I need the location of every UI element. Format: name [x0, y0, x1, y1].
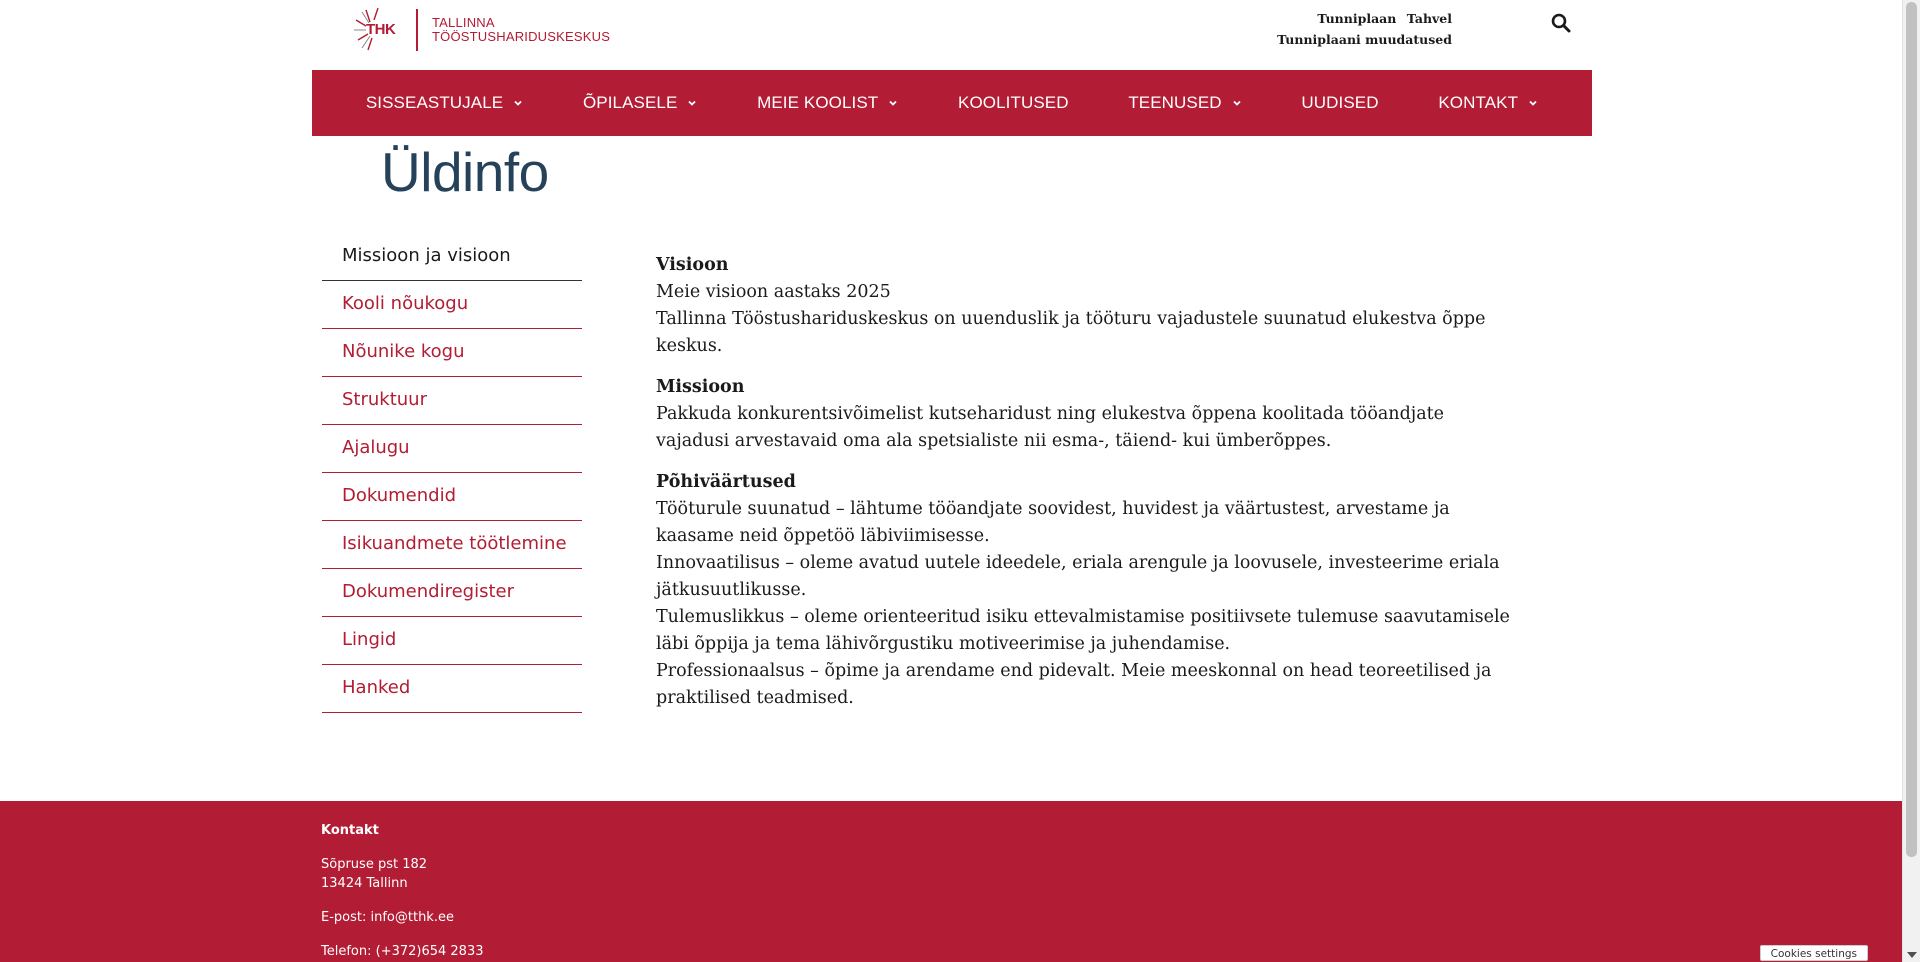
nav-item-3[interactable]: KOOLITUSED: [958, 93, 1069, 113]
nav-item-5[interactable]: UUDISED: [1301, 93, 1378, 113]
nav-item-0[interactable]: SISSEASTUJALE: [366, 93, 523, 113]
logo-line-2: TÖÖSTUSHARIDUSKESKUS: [432, 29, 611, 44]
search-button[interactable]: [1550, 12, 1572, 34]
nav-item-label: KONTAKT: [1438, 93, 1519, 112]
nav-item-4[interactable]: TEENUSED: [1128, 93, 1241, 113]
nav-item-label: MEIE KOOLIST: [757, 93, 879, 112]
footer-address: Sõpruse pst 182 13424 Tallinn: [321, 855, 484, 893]
mission-section: Missioon Pakkuda konkurentsivõimelist ku…: [656, 374, 1516, 455]
main-content: Visioon Meie visioon aastaks 2025 Tallin…: [656, 252, 1516, 726]
tahvel-link[interactable]: Tahvel: [1407, 11, 1452, 26]
logo-abbr: THK: [366, 21, 396, 38]
sidebar-item[interactable]: Lingid: [322, 617, 582, 665]
nav-item-label: SISSEASTUJALE: [365, 93, 504, 112]
search-icon: [1551, 13, 1571, 33]
site-logo[interactable]: THK TALLINNA TÖÖSTUSHARIDUSKESKUS: [352, 5, 612, 55]
sidebar-item[interactable]: Nõunike kogu: [322, 329, 582, 377]
footer-email[interactable]: E-post: info@tthk.ee: [321, 908, 484, 927]
sidebar-item[interactable]: Ajalugu: [322, 425, 582, 473]
schedule-changes-link[interactable]: Tunniplaani muudatused: [1277, 32, 1452, 47]
chevron-down-icon: [514, 100, 522, 106]
cookies-settings-button[interactable]: Cookies settings: [1759, 945, 1868, 961]
nav-item-1[interactable]: ÕPILASELE: [583, 93, 697, 113]
nav-item-label: TEENUSED: [1128, 93, 1222, 112]
sidebar-item[interactable]: Isikuandmete töötlemine: [322, 521, 582, 569]
footer-city: 13424 Tallinn: [321, 876, 408, 891]
nav-item-label: ÕPILASELE: [582, 93, 678, 112]
value-item: Professionaalsus – õpime ja arendame end…: [656, 661, 1492, 708]
site-footer: Kontakt Sõpruse pst 182 13424 Tallinn E-…: [0, 801, 1902, 962]
sidebar-menu: Missioon ja visioon Kooli nõukogu Nõunike …: [322, 233, 582, 713]
sidebar-item[interactable]: Struktuur: [322, 377, 582, 425]
mission-text: Pakkuda konkurentsivõimelist kutseharidu…: [656, 404, 1445, 451]
page-scrollbar[interactable]: [1902, 0, 1920, 962]
page: THK TALLINNA TÖÖSTUSHARIDUSKESKUS Tunnip…: [0, 0, 1902, 962]
chevron-down-icon: [1529, 100, 1537, 106]
scroll-down-arrow-icon[interactable]: [1907, 952, 1917, 958]
main-nav: SISSEASTUJALE ÕPILASELE MEIE KOOLIST KOOLIT…: [312, 70, 1592, 136]
value-item: Tulemuslikkus – oleme orienteeritud isik…: [656, 607, 1510, 654]
vision-section: Visioon Meie visioon aastaks 2025 Tallin…: [656, 252, 1516, 360]
top-links: Tunniplaan Tahvel Tunniplaani muudatused: [1277, 8, 1452, 50]
footer-heading: Kontakt: [321, 823, 379, 838]
footer-phone[interactable]: Telefon: (+372)654 2833: [321, 942, 484, 961]
logo-mark: THK: [352, 6, 412, 54]
schedule-link[interactable]: Tunniplaan: [1317, 11, 1396, 26]
chevron-down-icon: [1233, 100, 1241, 106]
vision-heading: Visioon: [656, 255, 729, 275]
sidebar-item[interactable]: Missioon ja visioon: [322, 233, 582, 281]
nav-item-6[interactable]: KONTAKT: [1438, 93, 1538, 113]
page-title: Üldinfo: [381, 141, 549, 203]
nav-item-label: KOOLITUSED: [958, 93, 1069, 112]
footer-street: Sõpruse pst 182: [321, 857, 428, 872]
chevron-down-icon: [889, 100, 897, 106]
values-section: Põhiväärtused Tööturule suunatud – lähtu…: [656, 469, 1516, 712]
sidebar-item[interactable]: Dokumendiregister: [322, 569, 582, 617]
chevron-down-icon: [688, 100, 697, 106]
nav-item-label: UUDISED: [1301, 93, 1379, 112]
logo-line-1: TALLINNA: [432, 15, 495, 30]
vision-line: Tallinna Tööstushariduskeskus on uuendus…: [656, 309, 1486, 356]
scrollbar-thumb[interactable]: [1906, 2, 1917, 857]
site-header: THK TALLINNA TÖÖSTUSHARIDUSKESKUS Tunnip…: [312, 0, 1592, 70]
sidebar-item[interactable]: Hanked: [322, 665, 582, 713]
logo-divider: [416, 9, 418, 51]
logo-text: TALLINNA TÖÖSTUSHARIDUSKESKUS: [432, 16, 610, 44]
mission-heading: Missioon: [656, 377, 745, 397]
footer-contact: Kontakt Sõpruse pst 182 13424 Tallinn E-…: [321, 821, 484, 961]
sidebar-item[interactable]: Dokumendid: [322, 473, 582, 521]
nav-item-2[interactable]: MEIE KOOLIST: [757, 93, 898, 113]
value-item: Tööturule suunatud – lähtume tööandjate …: [656, 499, 1450, 546]
value-item: Innovaatilisus – oleme avatud uutele ide…: [656, 553, 1500, 600]
values-heading: Põhiväärtused: [656, 472, 796, 492]
vision-line: Meie visioon aastaks 2025: [656, 282, 891, 302]
sidebar-item[interactable]: Kooli nõukogu: [322, 281, 582, 329]
